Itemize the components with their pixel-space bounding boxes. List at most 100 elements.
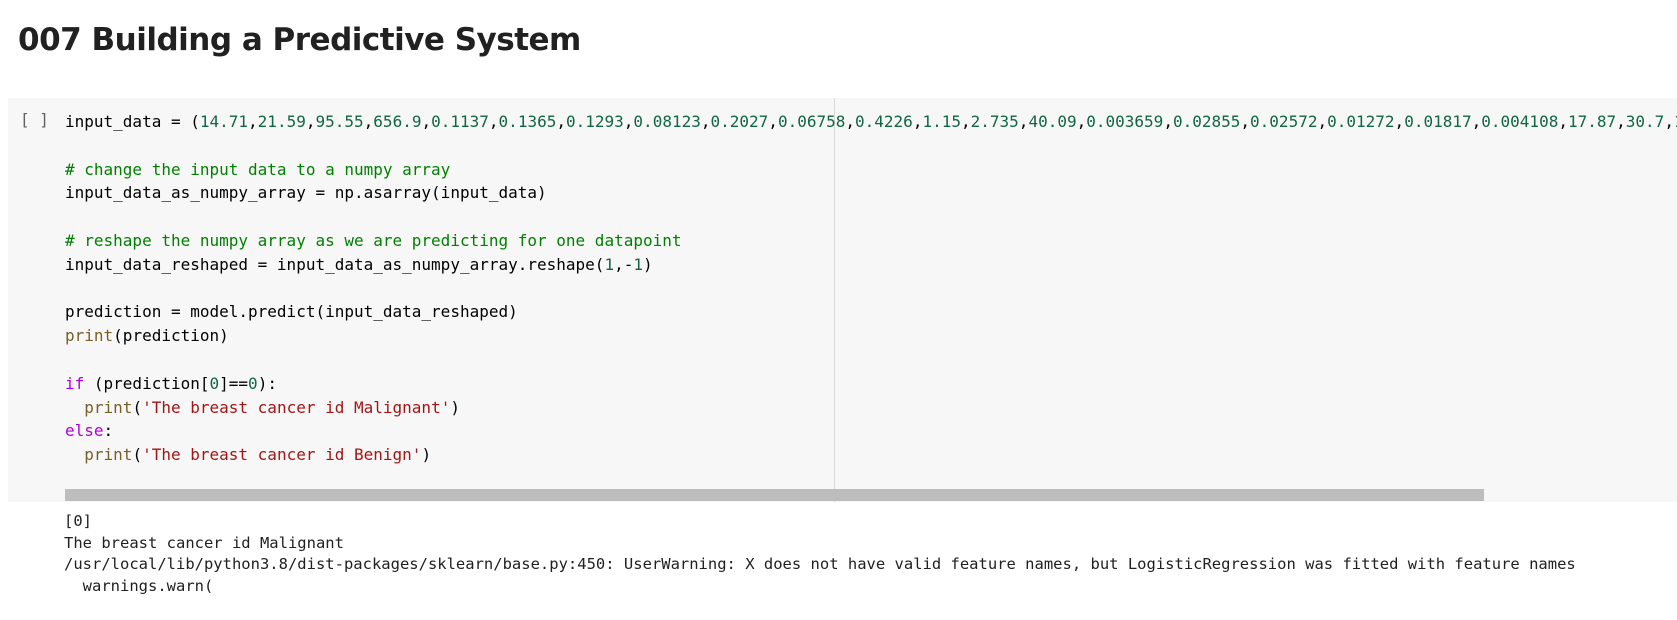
code-token: 0: [209, 373, 220, 393]
code-token: 0.02572: [1250, 112, 1318, 131]
code-token: input_data = (: [65, 112, 200, 131]
code-token: ): [450, 397, 460, 417]
code-token: print: [84, 445, 133, 465]
code-token: ): [642, 254, 653, 274]
code-token: ,: [700, 112, 711, 131]
code-token: input_data_as_numpy_array = np.asarray(i…: [65, 183, 547, 203]
code-token: (prediction[: [84, 373, 210, 393]
code-token: 17.87: [1567, 112, 1617, 131]
code-token: ,: [421, 112, 432, 131]
code-line: print('The breast cancer id Malignant'): [65, 396, 1677, 420]
code-token: :: [103, 421, 114, 441]
code-token: ]==: [219, 373, 249, 393]
code-token: ,: [1664, 112, 1674, 131]
code-token: 0.003659: [1086, 112, 1164, 131]
code-line: if (prediction[0]==0):: [65, 372, 1677, 396]
code-token: ,: [1558, 112, 1568, 131]
code-token: 0.01272: [1327, 112, 1395, 131]
code-token: 0.1137: [431, 112, 489, 131]
code-token: prediction = model.predict(input_data_re…: [65, 302, 518, 322]
code-token: 'The breast cancer id Benign': [142, 445, 422, 465]
code-line: input_data_as_numpy_array = np.asarray(i…: [65, 181, 1677, 205]
code-line: prediction = model.predict(input_data_re…: [65, 300, 1677, 324]
code-line: print(prediction): [65, 324, 1677, 348]
code-token: 21.59: [257, 112, 306, 131]
output-line: /usr/local/lib/python3.8/dist-packages/s…: [64, 555, 1576, 573]
code-token: ,: [556, 112, 566, 131]
code-token: # reshape the numpy array as we are pred…: [65, 230, 682, 250]
code-token: 'The breast cancer id Malignant': [142, 397, 451, 417]
code-token: ,: [623, 112, 634, 131]
code-token: 0.1365: [498, 112, 557, 131]
section-title: 007 Building a Predictive System: [18, 22, 581, 58]
code-token: else: [65, 421, 104, 441]
code-token: ,: [845, 112, 856, 131]
code-token: 1: [633, 254, 643, 274]
code-token: ,: [1616, 112, 1626, 131]
code-token: 0.01817: [1404, 112, 1472, 131]
code-token: 0: [248, 373, 258, 393]
output-line: warnings.warn(: [64, 576, 214, 595]
code-token: 30.7: [1625, 112, 1665, 131]
code-token: ,: [1018, 112, 1029, 131]
code-token: 0.06758: [777, 112, 846, 131]
code-token: 95.55: [315, 112, 364, 131]
code-token: ,-: [614, 254, 634, 274]
code-token: 0.1293: [565, 112, 624, 131]
code-token: 40.09: [1028, 112, 1077, 131]
code-line: # change the input data to a numpy array: [65, 158, 1677, 182]
code-token: 656.9: [373, 112, 422, 131]
output-line: The breast cancer id Malignant: [64, 533, 344, 552]
code-token: ,: [1076, 112, 1087, 131]
code-token: ,: [488, 112, 499, 131]
code-token: ): [421, 445, 432, 465]
code-token: 1.15: [922, 112, 961, 131]
code-editor[interactable]: input_data = (14.71,21.59,95.55,656.9,0.…: [65, 110, 1677, 467]
code-token: ,: [363, 112, 374, 131]
code-token: ,: [1471, 112, 1482, 131]
code-token: 0.02855: [1172, 112, 1241, 131]
code-token: 0.2027: [710, 112, 769, 131]
code-line: input_data_reshaped = input_data_as_nump…: [65, 253, 1677, 277]
code-token: ,: [1394, 112, 1405, 131]
code-cell[interactable]: [ ] input_data = (14.71,21.59,95.55,656.…: [8, 98, 1677, 502]
code-token: (: [132, 397, 143, 417]
code-token: 0.08123: [633, 112, 701, 131]
code-token: # change the input data to a numpy array: [65, 159, 451, 179]
code-token: 14.71: [199, 112, 249, 131]
code-token: input_data_reshaped = input_data_as_nump…: [65, 254, 605, 274]
code-token: print: [84, 397, 133, 417]
code-token: ,: [1317, 112, 1328, 131]
code-line: input_data = (14.71,21.59,95.55,656.9,0.…: [65, 110, 1677, 134]
run-cell-button[interactable]: [ ]: [20, 110, 49, 129]
code-token: ,: [960, 112, 971, 131]
code-token: (prediction): [113, 326, 229, 346]
code-token: 2.735: [970, 112, 1019, 131]
code-token: print: [65, 326, 114, 346]
output-line: [0]: [64, 512, 92, 530]
code-token: if: [65, 373, 85, 393]
code-token: ,: [768, 112, 778, 131]
code-token: ,: [1163, 112, 1173, 131]
code-line: print('The breast cancer id Benign'): [65, 443, 1677, 467]
horizontal-scrollbar-thumb[interactable]: [65, 489, 1484, 501]
code-token: ,: [248, 112, 258, 131]
code-token: ):: [257, 373, 277, 393]
code-token: 0.4226: [855, 112, 913, 131]
code-line: # reshape the numpy array as we are pred…: [65, 229, 1677, 253]
code-token: 1: [604, 254, 615, 274]
code-token: (: [132, 445, 143, 465]
cell-output: [0] The breast cancer id Malignant/usr/lo…: [64, 511, 1576, 597]
horizontal-scrollbar[interactable]: [65, 489, 1665, 501]
collapse-section-icon[interactable]: ▾: [0, 35, 4, 47]
code-token: ,: [1240, 112, 1251, 131]
code-token: 0.004108: [1481, 112, 1559, 131]
code-line: else:: [65, 419, 1677, 443]
code-token: ,: [912, 112, 923, 131]
